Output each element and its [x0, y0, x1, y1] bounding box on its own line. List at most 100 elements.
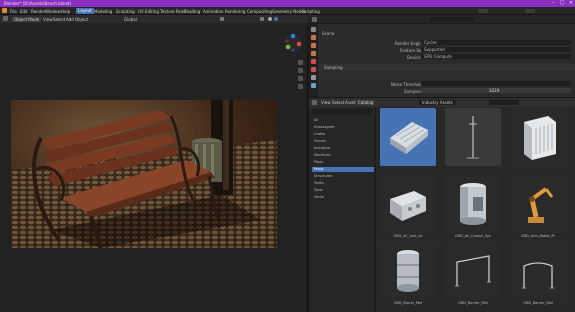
tree-item-selected[interactable]: Props [312, 167, 374, 172]
output-tab-icon[interactable] [311, 43, 316, 48]
tab-scripting[interactable]: Scripting [302, 9, 320, 14]
close-icon[interactable]: × [567, 0, 575, 7]
properties-search-input[interactable] [429, 17, 474, 22]
render-tab-icon[interactable] [311, 35, 316, 40]
menu-file[interactable]: File [10, 9, 17, 14]
tree-item[interactable]: Vents [314, 195, 374, 200]
feature-set-select[interactable]: Supported [421, 47, 571, 52]
overlay-icon[interactable] [220, 17, 224, 21]
asset-thumbnail-barrel [380, 242, 436, 300]
browser-menu-catalog[interactable]: Catalog [357, 100, 375, 105]
asset-thumbnail-robot-arm [510, 175, 566, 233]
render-preview-bench [11, 100, 277, 248]
gizmo-y-axis[interactable] [285, 44, 291, 50]
noise-threshold-field[interactable] [421, 81, 571, 86]
viewport-header: Object Mode View Select Add Object Globa… [0, 15, 308, 23]
tree-item[interactable]: All [314, 118, 374, 123]
sampling-section-label: Sampling [324, 65, 343, 70]
asset-tile[interactable] [510, 108, 566, 174]
menu-render[interactable]: Render [31, 9, 45, 14]
menu-window[interactable]: Window [45, 9, 61, 14]
perspective-toggle-icon[interactable] [298, 84, 303, 89]
browser-menu-asset[interactable]: Asset [345, 100, 356, 105]
asset-tile[interactable]: GRD_Arm_Robot_Pr [510, 175, 566, 241]
navigation-gizmo[interactable] [283, 33, 303, 53]
scene-selector[interactable] [478, 9, 488, 13]
asset-tile[interactable]: GRD_Barrier_Met [445, 242, 501, 308]
texture-tab-icon[interactable] [311, 83, 316, 88]
rendered-shading-icon[interactable] [274, 17, 278, 21]
editor-type-icon[interactable] [3, 16, 8, 21]
window-title: Blender* [D:\Assets\Bench.blend] [4, 1, 71, 6]
menu-object[interactable]: Object [75, 17, 88, 22]
tab-compositing[interactable]: Compositing [247, 9, 272, 14]
menu-view[interactable]: View [43, 17, 53, 22]
asset-thumbnail-cooler [380, 108, 436, 166]
device-select[interactable]: GPU Compute [421, 54, 571, 59]
tree-item[interactable]: Industrial [314, 146, 374, 151]
tab-rendering[interactable]: Rendering [225, 9, 245, 14]
properties-tab-column [309, 24, 318, 97]
camera-view-icon[interactable] [298, 76, 303, 81]
editor-type-icon[interactable] [312, 17, 317, 22]
asset-library-selector[interactable]: Industry Assets [419, 100, 456, 105]
tab-sculpting[interactable]: Sculpting [116, 9, 135, 14]
asset-tile[interactable]: GRD_Barrier_Rail [510, 242, 566, 308]
viewport-subsection[interactable] [319, 72, 575, 79]
solid-shading-icon[interactable] [268, 17, 272, 21]
samples-field[interactable]: 1024 [421, 88, 571, 93]
minimize-icon[interactable]: – [549, 0, 557, 7]
tool-tab-icon[interactable] [311, 27, 316, 32]
tab-modeling[interactable]: Modeling [94, 9, 112, 14]
render-engine-label: Render Engine [395, 41, 425, 46]
tree-item[interactable]: Tools [314, 188, 374, 193]
3d-viewport[interactable]: Object Mode View Select Add Object Globa… [0, 15, 308, 312]
browser-menu-select[interactable]: Select [332, 100, 344, 105]
transform-orientation[interactable]: Global [124, 17, 137, 22]
gizmo-x-axis[interactable] [296, 41, 302, 47]
catalog-search-input[interactable] [312, 109, 372, 114]
view-layer-tab-icon[interactable] [311, 51, 316, 56]
tab-animation[interactable]: Animation [203, 9, 223, 14]
editor-type-icon[interactable] [312, 100, 317, 105]
menu-add[interactable]: Add [66, 17, 74, 22]
pan-hand-icon[interactable] [298, 68, 303, 73]
blender-logo-icon[interactable] [2, 8, 7, 13]
world-tab-icon[interactable] [311, 67, 316, 72]
collection-tab-icon[interactable] [311, 75, 316, 80]
title-bar: Blender* [D:\Assets\Bench.blend] – □ × [0, 0, 575, 7]
gizmo-z-axis[interactable] [290, 33, 296, 39]
tab-layout[interactable]: Layout [76, 8, 94, 14]
maximize-icon[interactable]: □ [558, 0, 566, 7]
asset-grid: GRD_AC_Unit_Ac GRD_Air_Compr_Sys GRD_Arm… [377, 107, 575, 312]
tree-item[interactable]: Crates [314, 132, 374, 137]
browser-menu-view[interactable]: View [321, 100, 331, 105]
mode-selector[interactable]: Object Mode [12, 17, 42, 22]
tree-item[interactable]: Machines [314, 153, 374, 158]
menu-help[interactable]: Help [61, 9, 70, 14]
sampling-section-header[interactable]: Sampling [319, 64, 575, 71]
tree-item[interactable]: Tanks [314, 181, 374, 186]
tree-item[interactable]: Unassigned [314, 125, 374, 130]
tab-texture-paint[interactable]: Texture Paint [160, 9, 186, 14]
asset-search-input[interactable] [489, 100, 519, 105]
scene-tab-icon[interactable] [311, 59, 316, 64]
menu-select[interactable]: Select [53, 17, 65, 22]
asset-tile[interactable] [445, 108, 501, 174]
xray-icon[interactable] [260, 17, 264, 21]
zoom-icon[interactable] [298, 60, 303, 65]
tree-item[interactable]: Structures [314, 174, 374, 179]
tab-uv-editing[interactable]: UV Editing [138, 9, 159, 14]
asset-tile[interactable]: GRD_Air_Compr_Sys [445, 175, 501, 241]
tree-item[interactable]: Fences [314, 139, 374, 144]
render-engine-select[interactable]: Cycles [421, 40, 571, 45]
feature-set-value: Supported [424, 47, 445, 52]
asset-tile[interactable]: GRD_AC_Unit_Ac [380, 175, 436, 241]
tab-shading[interactable]: Shading [184, 9, 200, 14]
tab-geometry-nodes[interactable]: Geometry Nodes [272, 9, 306, 14]
menu-edit[interactable]: Edit [20, 9, 28, 14]
asset-tile[interactable] [380, 108, 436, 174]
asset-tile[interactable]: GRD_Barrel_Met [380, 242, 436, 308]
view-layer-selector[interactable] [525, 9, 535, 13]
tree-item[interactable]: Pipes [314, 160, 374, 165]
